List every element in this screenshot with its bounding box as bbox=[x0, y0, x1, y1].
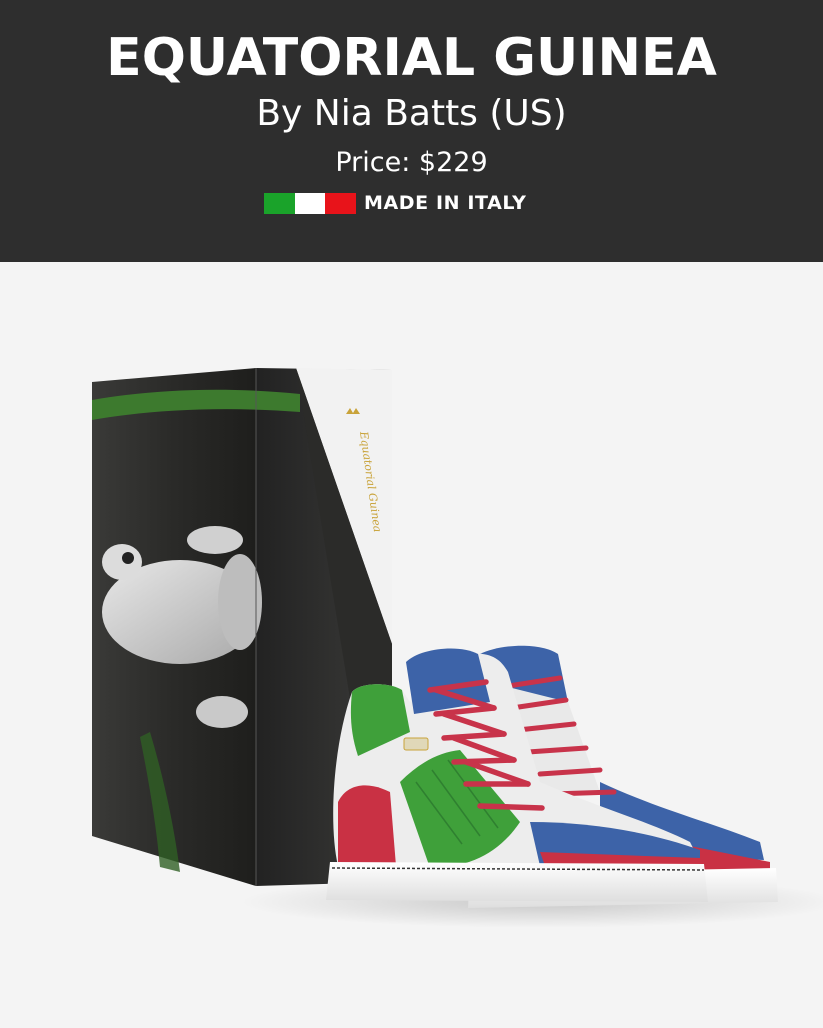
product-price: Price: $229 bbox=[335, 147, 488, 178]
product-title: EQUATORIAL GUINEA bbox=[106, 28, 717, 88]
product-image: Equatorial Guinea bbox=[0, 262, 823, 1024]
designer-byline: By Nia Batts (US) bbox=[256, 93, 567, 134]
product-header: EQUATORIAL GUINEA By Nia Batts (US) Pric… bbox=[0, 0, 823, 262]
origin-label: MADE IN ITALY bbox=[364, 192, 527, 214]
product-illustration: Equatorial Guinea bbox=[92, 368, 823, 928]
origin-badge: MADE IN ITALY bbox=[264, 191, 527, 215]
italy-flag-icon bbox=[264, 192, 357, 214]
